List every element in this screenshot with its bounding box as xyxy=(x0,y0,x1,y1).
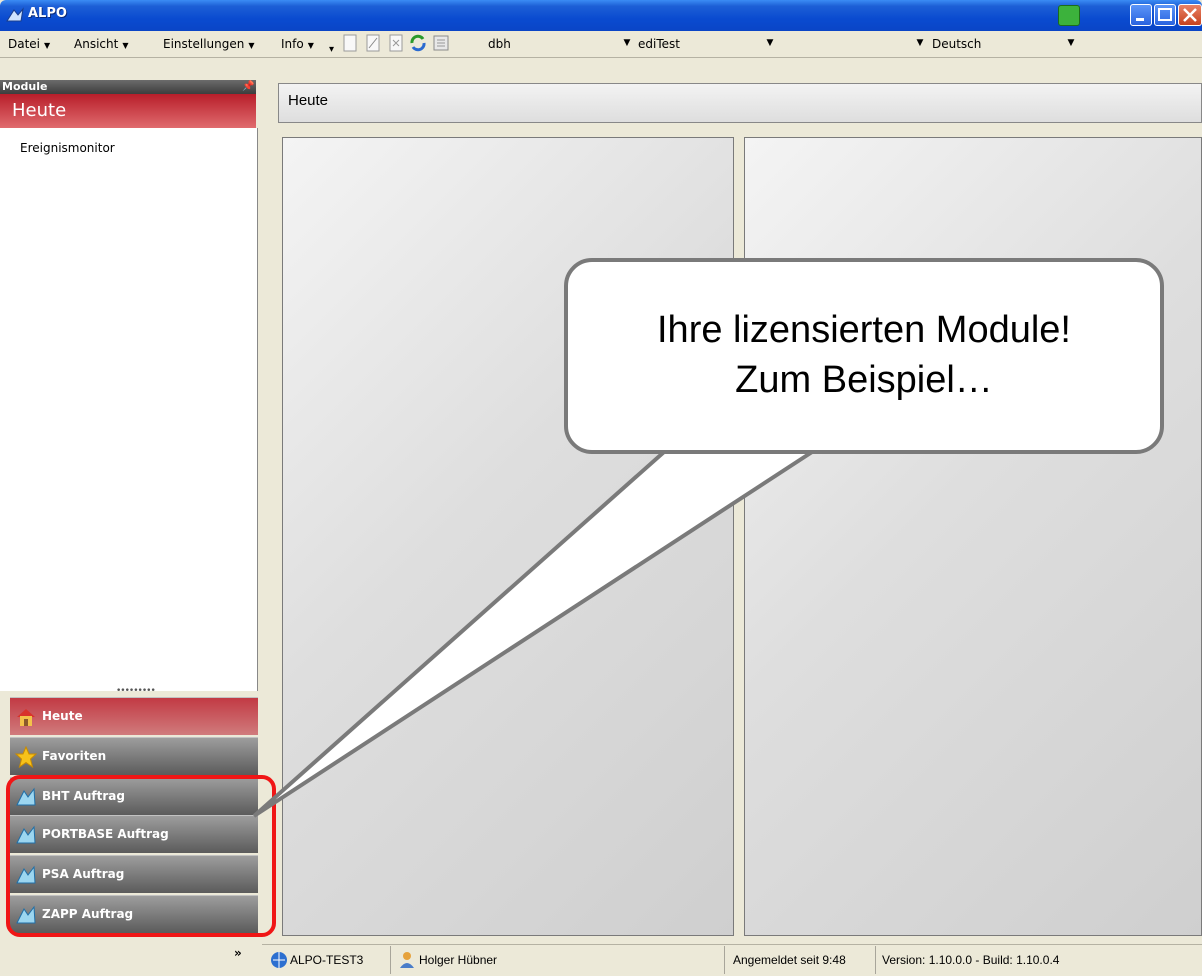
content-pane-left xyxy=(282,137,734,936)
sidebar-footer xyxy=(0,938,262,976)
minimize-button[interactable] xyxy=(1130,4,1152,26)
window-title: ALPO xyxy=(28,6,67,21)
callout-text: Ihre lizensierten Module! Zum Beispiel… xyxy=(564,305,1164,405)
module-list xyxy=(0,128,258,691)
edit-document-icon[interactable] xyxy=(364,34,382,52)
menu-ansicht[interactable]: Ansicht ▼ xyxy=(74,37,128,51)
user-icon xyxy=(400,952,414,968)
status-version: Version: 1.10.0.0 - Build: 1.10.0.4 xyxy=(882,953,1060,967)
delete-document-icon[interactable] xyxy=(387,34,405,52)
status-login-time: Angemeldet seit 9:48 xyxy=(733,953,846,967)
main-header xyxy=(278,83,1202,123)
status-separator xyxy=(390,946,391,974)
environment-combo-arrow-icon[interactable]: ▼ xyxy=(763,36,777,50)
status-user: Holger Hübner xyxy=(419,953,498,967)
callout-line-2: Zum Beispiel… xyxy=(735,359,993,401)
close-button[interactable] xyxy=(1178,4,1202,26)
splitter-grip[interactable]: ••••••••• xyxy=(116,686,156,696)
maximize-button[interactable] xyxy=(1154,4,1176,26)
grid-view-icon[interactable] xyxy=(432,34,450,52)
printer-icon[interactable] xyxy=(1058,5,1080,26)
server-icon xyxy=(271,952,287,968)
callout-line-1: Ihre lizensierten Module! xyxy=(657,309,1071,351)
toolbar-overflow-arrow-icon[interactable]: ▼ xyxy=(1064,36,1078,50)
new-document-icon[interactable] xyxy=(341,34,359,52)
app-icon xyxy=(6,7,24,22)
language-combo[interactable]: Deutsch xyxy=(932,37,981,51)
page-title: Heute xyxy=(288,92,329,109)
toolbar-overflow-icon[interactable]: ▾ xyxy=(329,44,334,55)
database-combo[interactable]: dbh xyxy=(488,37,511,51)
content-pane-right xyxy=(744,137,1202,936)
menu-einstellungen[interactable]: Einstellungen ▼ xyxy=(163,37,255,51)
module-panel-header: Module xyxy=(0,80,256,94)
nav-favoriten-button[interactable]: Favoriten xyxy=(10,737,258,775)
environment-combo[interactable]: ediTest xyxy=(638,37,680,51)
chevron-right-icon[interactable]: » xyxy=(234,946,242,960)
language-combo-arrow-icon[interactable]: ▼ xyxy=(913,36,927,50)
home-icon xyxy=(17,709,35,726)
status-server: ALPO-TEST3 xyxy=(290,953,364,967)
section-title: Heute xyxy=(0,94,256,128)
title-bar[interactable] xyxy=(0,0,1202,31)
menu-datei[interactable]: Datei ▼ xyxy=(8,37,50,51)
status-separator xyxy=(724,946,725,974)
nav-heute-button[interactable]: Heute xyxy=(10,697,258,735)
highlight-frame xyxy=(6,775,276,937)
star-icon xyxy=(15,746,37,768)
database-combo-arrow-icon[interactable]: ▼ xyxy=(620,36,634,50)
module-item-ereignismonitor[interactable]: Ereignismonitor xyxy=(20,141,115,155)
pin-icon[interactable]: 📌 xyxy=(242,81,254,93)
menu-info[interactable]: Info ▼ xyxy=(281,37,314,51)
refresh-icon[interactable] xyxy=(409,34,427,52)
status-separator xyxy=(875,946,876,974)
